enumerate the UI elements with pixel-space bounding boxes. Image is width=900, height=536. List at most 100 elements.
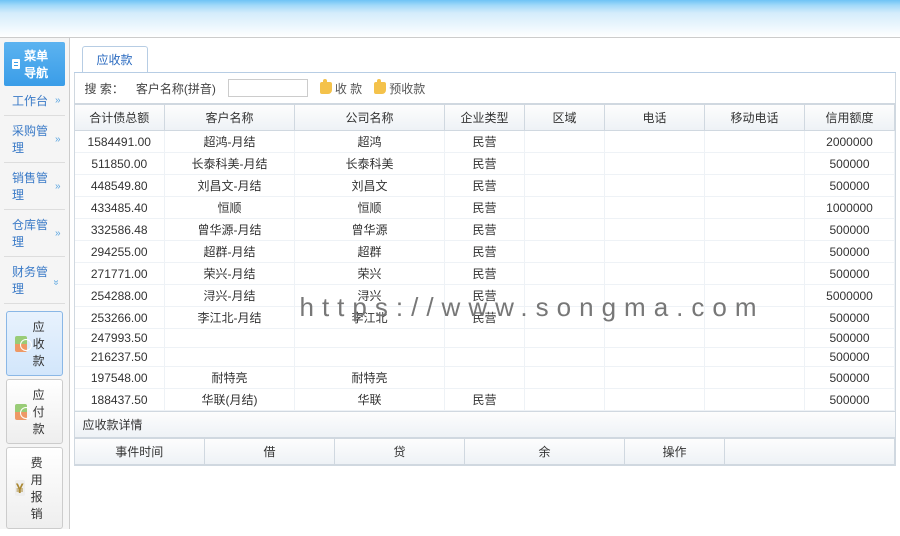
nav-item-sales[interactable]: 销售管理 »	[4, 163, 65, 210]
cell-amt: 253266.00	[75, 307, 165, 329]
table-row[interactable]: 197548.00耐特亮耐特亮500000	[75, 367, 895, 389]
col-mobile[interactable]: 移动电话	[705, 105, 805, 131]
table-row[interactable]: 448549.80刘昌文-月结刘昌文民营500000	[75, 175, 895, 197]
cell-type: 民营	[445, 175, 525, 197]
table-row[interactable]: 294255.00超群-月结超群民营500000	[75, 241, 895, 263]
table-row[interactable]: 254288.00浔兴-月结浔兴民营5000000	[75, 285, 895, 307]
table-row[interactable]: 1584491.00超鸿-月结超鸿民营2000000	[75, 131, 895, 153]
cell-area	[525, 153, 605, 175]
thumb-icon	[374, 82, 386, 94]
cell-cust: 浔兴-月结	[165, 285, 295, 307]
nav-item-finance[interactable]: 财务管理 »	[4, 257, 65, 304]
cell-comp: 超群	[295, 241, 445, 263]
cell-comp: 曾华源	[295, 219, 445, 241]
dcol-balance[interactable]: 余	[465, 439, 625, 465]
sub-expense[interactable]: ¥ 费用报销	[6, 447, 63, 529]
cell-area	[525, 219, 605, 241]
detail-section-title: 应收款详情	[74, 412, 897, 438]
cell-amt: 294255.00	[75, 241, 165, 263]
cell-comp: 刘昌文	[295, 175, 445, 197]
cell-cust: 恒顺	[165, 197, 295, 219]
cell-amt: 216237.50	[75, 348, 165, 367]
cell-amt: 1584491.00	[75, 131, 165, 153]
cell-comp: 超鸿	[295, 131, 445, 153]
top-header	[0, 0, 900, 38]
nav-item-warehouse[interactable]: 仓库管理 »	[4, 210, 65, 257]
cell-mob	[705, 241, 805, 263]
prepay-button[interactable]: 预收款	[374, 80, 425, 97]
cell-cust: 刘昌文-月结	[165, 175, 295, 197]
dcol-action[interactable]: 操作	[625, 439, 725, 465]
table-row[interactable]: 332586.48曾华源-月结曾华源民营500000	[75, 219, 895, 241]
cell-tel	[605, 285, 705, 307]
cell-cust	[165, 348, 295, 367]
cell-tel	[605, 263, 705, 285]
cell-amt: 332586.48	[75, 219, 165, 241]
cell-mob	[705, 219, 805, 241]
receive-button[interactable]: 收 款	[320, 80, 362, 97]
nav-label: 工作台	[12, 92, 48, 109]
cell-mob	[705, 131, 805, 153]
table-row[interactable]: 253266.00李江北-月结李江北民营500000	[75, 307, 895, 329]
nav-item-purchase[interactable]: 采购管理 »	[4, 116, 65, 163]
cell-cred: 500000	[805, 153, 895, 175]
nav-item-workbench[interactable]: 工作台 »	[4, 86, 65, 116]
money-icon	[15, 336, 27, 352]
cell-cust: 超鸿-月结	[165, 131, 295, 153]
table-row[interactable]: 216237.50500000	[75, 348, 895, 367]
cell-area	[525, 197, 605, 219]
cell-tel	[605, 241, 705, 263]
cell-cred: 500000	[805, 263, 895, 285]
col-company[interactable]: 公司名称	[295, 105, 445, 131]
search-input[interactable]	[228, 79, 308, 97]
grid-header-row: 合计债总额 客户名称 公司名称 企业类型 区域 电话 移动电话 信用额度	[75, 105, 895, 131]
cell-mob	[705, 307, 805, 329]
menu-icon	[12, 59, 20, 69]
cell-cred: 5000000	[805, 285, 895, 307]
cell-area	[525, 348, 605, 367]
cell-comp: 李江北	[295, 307, 445, 329]
cell-amt: 433485.40	[75, 197, 165, 219]
table-row[interactable]: 433485.40恒顺恒顺民营1000000	[75, 197, 895, 219]
nav-label: 销售管理	[12, 169, 55, 203]
cell-cust: 曾华源-月结	[165, 219, 295, 241]
cell-cred: 500000	[805, 367, 895, 389]
table-row[interactable]: 188437.50华联(月结)华联民营500000	[75, 389, 895, 411]
cell-type	[445, 348, 525, 367]
cell-amt: 271771.00	[75, 263, 165, 285]
dcol-time[interactable]: 事件时间	[75, 439, 205, 465]
table-row[interactable]: 247993.50500000	[75, 329, 895, 348]
chevron-down-icon: »	[55, 228, 57, 239]
sub-receivables[interactable]: 应收款	[6, 311, 63, 376]
cell-comp: 浔兴	[295, 285, 445, 307]
col-amount[interactable]: 合计债总额	[75, 105, 165, 131]
cell-mob	[705, 263, 805, 285]
tab-receivables[interactable]: 应收款	[82, 46, 148, 72]
cell-area	[525, 285, 605, 307]
cell-comp: 荣兴	[295, 263, 445, 285]
table-row[interactable]: 511850.00长泰科美-月结长泰科美民营500000	[75, 153, 895, 175]
dcol-credit[interactable]: 贷	[335, 439, 465, 465]
cell-cred: 500000	[805, 219, 895, 241]
table-row[interactable]: 271771.00荣兴-月结荣兴民营500000	[75, 263, 895, 285]
sidebar-title-text: 菜单导航	[24, 47, 56, 81]
cell-amt: 511850.00	[75, 153, 165, 175]
cell-cred: 500000	[805, 389, 895, 411]
cell-amt: 254288.00	[75, 285, 165, 307]
sub-payables[interactable]: 应付款	[6, 379, 63, 444]
cell-cust: 耐特亮	[165, 367, 295, 389]
col-area[interactable]: 区域	[525, 105, 605, 131]
col-tel[interactable]: 电话	[605, 105, 705, 131]
cell-area	[525, 329, 605, 348]
cell-tel	[605, 329, 705, 348]
cell-cred: 500000	[805, 241, 895, 263]
col-credit[interactable]: 信用额度	[805, 105, 895, 131]
cell-type: 民营	[445, 197, 525, 219]
chevron-down-icon: »	[55, 181, 57, 192]
tabstrip: 应收款	[74, 42, 897, 73]
cell-cust: 长泰科美-月结	[165, 153, 295, 175]
col-customer[interactable]: 客户名称	[165, 105, 295, 131]
cell-type	[445, 329, 525, 348]
col-type[interactable]: 企业类型	[445, 105, 525, 131]
dcol-debit[interactable]: 借	[205, 439, 335, 465]
